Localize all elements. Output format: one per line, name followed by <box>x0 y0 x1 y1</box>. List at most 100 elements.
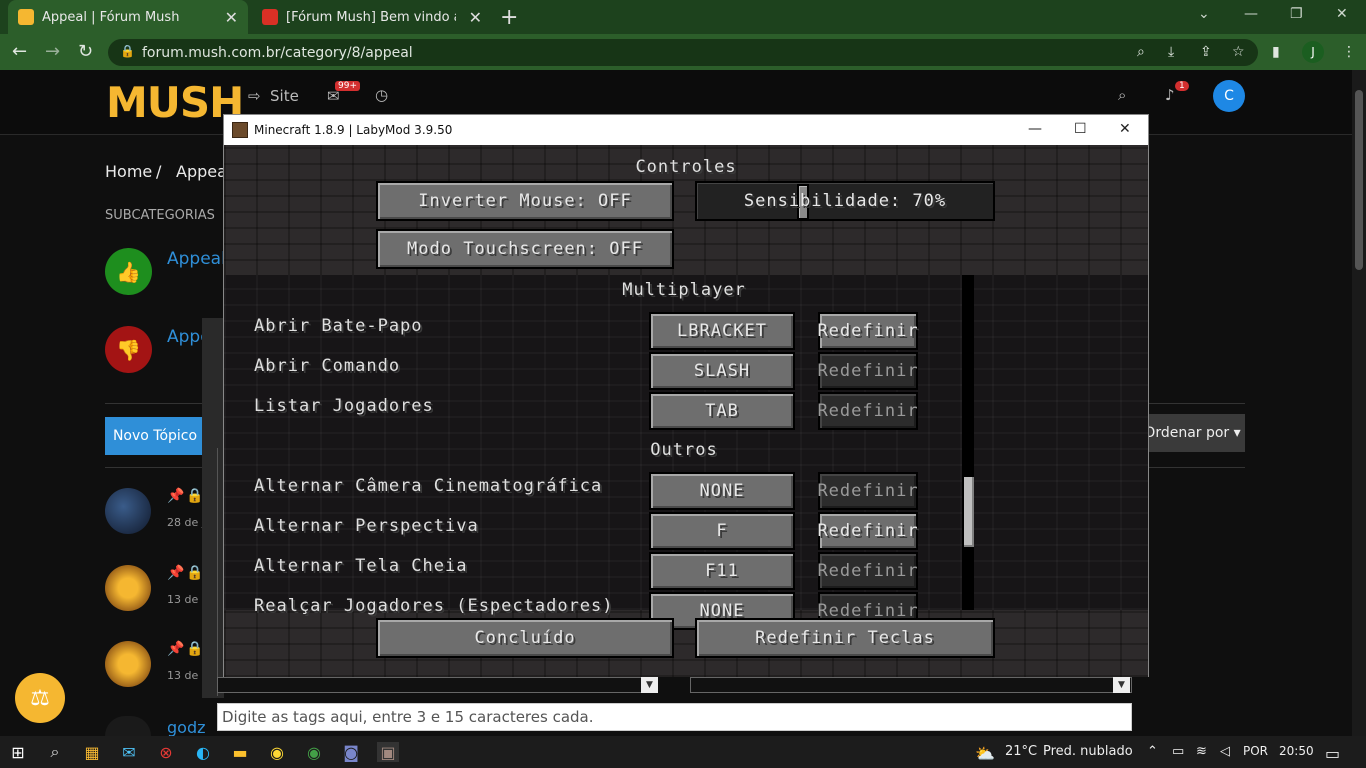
bookmark-star-icon[interactable]: ☆ <box>1232 44 1245 60</box>
topic-avatar[interactable] <box>105 488 151 534</box>
reset-keys-button[interactable]: Redefinir Teclas <box>695 618 995 658</box>
thumbs-down-icon: 👎 <box>105 326 152 373</box>
volume-icon[interactable]: ◁ <box>1220 744 1230 759</box>
tab-close-icon[interactable]: ✕ <box>469 8 482 27</box>
keybind-label: Abrir Comando <box>254 356 401 376</box>
side-panel-icon[interactable]: ▮ <box>1272 44 1280 60</box>
user-avatar[interactable]: C <box>1213 80 1245 112</box>
mail-icon[interactable]: ✉ <box>118 742 140 762</box>
keybind-key-button[interactable]: SLASH <box>649 352 795 390</box>
new-tab-button[interactable]: + <box>500 5 518 30</box>
install-icon[interactable]: ⤓ <box>1168 44 1174 60</box>
tab-close-icon[interactable]: ✕ <box>225 8 238 27</box>
tab-search-icon[interactable]: ⌄ <box>1198 6 1210 22</box>
notification-center-icon[interactable]: ▭ <box>1325 744 1340 763</box>
sort-label: Ordenar por <box>1144 425 1230 441</box>
chrome-icon[interactable]: ◉ <box>266 742 288 762</box>
reset-button-disabled: Redefinir <box>817 352 918 390</box>
tab-title: [Fórum Mush] Bem vindo a Fórum <box>286 9 456 25</box>
clock[interactable]: 20:50 <box>1279 744 1314 758</box>
keybind-key-button[interactable]: LBRACKET <box>649 312 795 350</box>
tab-gmail[interactable]: [Fórum Mush] Bem vindo a Fórum ✕ <box>252 0 492 34</box>
topic-user-link[interactable]: godz <box>167 718 206 737</box>
site-link-icon: ⇨ <box>248 87 261 105</box>
tray-chevron-icon[interactable]: ⌃ <box>1147 744 1158 759</box>
edge-icon[interactable]: ◐ <box>192 742 214 762</box>
discord-icon[interactable]: ◙ <box>340 742 362 762</box>
site-link[interactable]: Site <box>270 87 299 105</box>
minecraft-window: Minecraft 1.8.9 | LabyMod 3.9.50 — ☐ ✕ C… <box>223 114 1149 677</box>
touchscreen-button[interactable]: Modo Touchscreen: OFF <box>376 229 674 269</box>
breadcrumb-separator: / <box>156 162 162 181</box>
share-icon[interactable]: ⇪ <box>1200 44 1212 60</box>
keybind-list: Multiplayer Abrir Bate-Papo LBRACKET Red… <box>224 275 1148 630</box>
reset-button[interactable]: Redefinir <box>817 312 918 350</box>
tags-input[interactable]: Digite as tags aqui, entre 3 e 15 caract… <box>217 703 1132 731</box>
minimize-icon[interactable]: — <box>1244 6 1258 22</box>
dropdown-arrow-icon[interactable]: ▼ <box>1113 676 1130 693</box>
language-indicator[interactable]: POR <box>1243 744 1268 758</box>
reset-button[interactable]: Redefinir <box>817 512 918 550</box>
lock-topic-icon: 🔒 <box>186 641 204 657</box>
file-explorer-icon[interactable]: ▬ <box>229 742 251 762</box>
url-text: forum.mush.com.br/category/8/appeal <box>142 44 413 61</box>
search-icon[interactable]: ⌕ <box>1137 44 1145 60</box>
recent-clock-icon[interactable]: ◷ <box>375 86 388 104</box>
mc-close-icon[interactable]: ✕ <box>1119 121 1131 137</box>
section-multiplayer: Multiplayer <box>622 280 746 300</box>
page-scrollbar-thumb[interactable] <box>1355 90 1363 270</box>
tab-appeal[interactable]: Appeal | Fórum Mush ✕ <box>8 0 248 34</box>
pin-icon: 📌 <box>167 641 185 657</box>
chrome-profile-icon[interactable]: ◉ <box>303 742 325 762</box>
new-topic-button[interactable]: Novo Tópico <box>105 417 205 455</box>
mc-minimize-icon[interactable]: — <box>1028 121 1042 137</box>
address-bar[interactable]: 🔒 forum.mush.com.br/category/8/appeal <box>108 39 1258 66</box>
subcategory-appeal-link[interactable]: Appeal <box>167 249 226 269</box>
accessibility-fab-icon[interactable]: ⚖ <box>15 673 65 723</box>
windows-start-icon[interactable]: ⊞ <box>7 742 29 762</box>
minecraft-titlebar: Minecraft 1.8.9 | LabyMod 3.9.50 <box>224 115 1148 145</box>
subcategories-heading: SUBCATEGORIAS <box>105 208 215 223</box>
minecraft-taskbar-icon[interactable]: ▣ <box>377 742 399 762</box>
back-icon[interactable]: ← <box>12 41 27 62</box>
breadcrumb-home[interactable]: Home <box>105 162 152 181</box>
forward-icon[interactable]: → <box>45 41 60 62</box>
restore-icon[interactable]: ❐ <box>1290 6 1303 22</box>
topic-avatar[interactable] <box>105 565 151 611</box>
weather-desc[interactable]: Pred. nublado <box>1043 744 1133 759</box>
keybind-scrollbar[interactable] <box>962 275 974 610</box>
keybind-key-button[interactable]: TAB <box>649 392 795 430</box>
battery-icon[interactable]: ▭ <box>1172 744 1184 759</box>
dropdown-arrow-icon[interactable]: ▼ <box>641 676 658 693</box>
sensitivity-label: Sensibilidade: 70% <box>743 191 947 211</box>
calculator-icon[interactable]: ▦ <box>81 742 103 762</box>
secondary-select[interactable] <box>690 677 1132 693</box>
keybind-label: Abrir Bate-Papo <box>254 316 423 336</box>
keybind-scrollbar-thumb[interactable] <box>964 477 974 547</box>
taskbar-search-icon[interactable]: ⌕ <box>44 742 66 762</box>
topic-avatar[interactable] <box>105 641 151 687</box>
keybind-label: Alternar Tela Cheia <box>254 556 468 576</box>
profile-avatar[interactable]: J <box>1302 41 1324 63</box>
lock-icon: 🔒 <box>120 44 135 58</box>
pin-icon: 📌 <box>167 565 185 581</box>
thumbs-up-icon: 👍 <box>105 248 152 295</box>
keybind-key-button[interactable]: F11 <box>649 552 795 590</box>
bell-icon[interactable]: ♪ <box>1165 86 1175 104</box>
site-search-icon[interactable]: ⌕ <box>1118 86 1126 104</box>
weather-temp[interactable]: 21°C <box>1005 744 1037 759</box>
invert-mouse-button[interactable]: Inverter Mouse: OFF <box>376 181 674 221</box>
mc-maximize-icon[interactable]: ☐ <box>1074 121 1087 137</box>
reload-icon[interactable]: ↻ <box>78 41 93 62</box>
sort-by-dropdown[interactable]: Ordenar por ▾ <box>1140 414 1245 452</box>
menu-icon[interactable]: ⋮ <box>1342 44 1356 60</box>
close-window-icon[interactable]: ✕ <box>1336 6 1348 22</box>
sensitivity-slider[interactable]: Sensibilidade: 70% <box>695 181 995 221</box>
category-select[interactable] <box>217 677 658 693</box>
keybind-key-button[interactable]: F <box>649 512 795 550</box>
keybind-key-button[interactable]: NONE <box>649 472 795 510</box>
done-button[interactable]: Concluído <box>376 618 674 658</box>
lock-topic-icon: 🔒 <box>186 565 204 581</box>
antivirus-icon[interactable]: ⊗ <box>155 742 177 762</box>
wifi-icon[interactable]: ≋ <box>1196 744 1207 759</box>
